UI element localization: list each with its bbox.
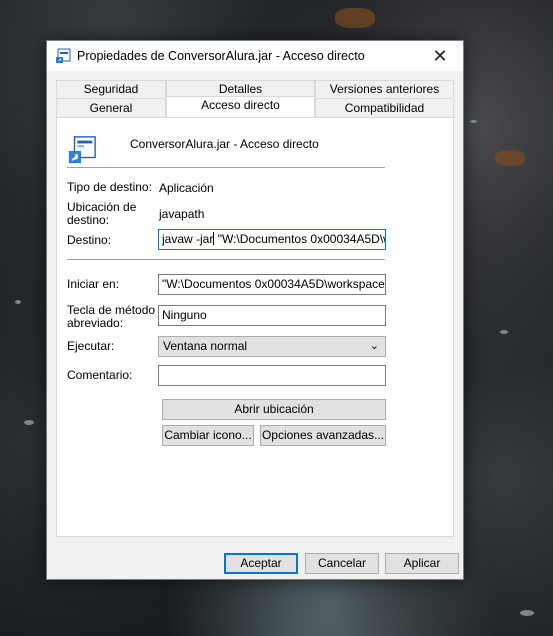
target-type-value: Aplicación — [159, 181, 214, 195]
target-input-text-before: javaw -jar — [162, 232, 214, 246]
run-select-value: Ventana normal — [163, 339, 248, 353]
accept-button[interactable]: Aceptar — [224, 553, 298, 574]
close-button[interactable]: ✕ — [417, 41, 463, 71]
tab-seguridad[interactable]: Seguridad — [56, 80, 166, 97]
tab-detalles[interactable]: Detalles — [166, 80, 315, 97]
target-location-label-line2: destino: — [67, 213, 110, 227]
shortcut-app-icon — [68, 136, 96, 164]
shortcut-properties-icon — [56, 48, 71, 63]
apply-button[interactable]: Aplicar — [385, 553, 459, 574]
comment-input[interactable] — [158, 365, 386, 386]
target-label: Destino: — [67, 233, 112, 247]
background-speck — [520, 610, 534, 616]
comment-label: Comentario: — [67, 368, 133, 382]
open-location-button[interactable]: Abrir ubicación — [162, 399, 386, 420]
target-location-label-line1: Ubicación de — [67, 200, 137, 214]
background-rock — [495, 150, 525, 166]
divider — [67, 167, 385, 168]
hotkey-label-line1: Tecla de método — [67, 303, 156, 317]
background-speck — [24, 420, 34, 425]
target-input[interactable]: javaw -jar "W:\Documentos 0x00034A5D\wor… — [158, 229, 386, 250]
tab-acceso-directo[interactable]: Acceso directo — [166, 96, 315, 117]
background-speck — [500, 330, 508, 334]
start-in-input[interactable]: "W:\Documentos 0x00034A5D\workspace\Or — [158, 274, 386, 295]
properties-dialog: Propiedades de ConversorAlura.jar - Acce… — [46, 40, 464, 580]
close-icon: ✕ — [432, 45, 448, 66]
hotkey-label: Tecla de método abreviado: — [67, 304, 155, 330]
hotkey-input[interactable]: Ninguno — [158, 305, 386, 326]
target-location-label: Ubicación de destino: — [67, 201, 136, 227]
divider — [67, 259, 385, 260]
tab-general[interactable]: General — [56, 98, 166, 117]
background-speck — [470, 120, 477, 123]
title-bar: Propiedades de ConversorAlura.jar - Acce… — [47, 41, 463, 71]
target-input-text-after: "W:\Documentos 0x00034A5D\work — [217, 232, 385, 246]
background-rock — [335, 8, 375, 28]
target-location-value: javapath — [159, 207, 205, 221]
hotkey-label-line2: abreviado: — [67, 316, 124, 330]
cancel-button[interactable]: Cancelar — [305, 553, 379, 574]
start-in-label: Iniciar en: — [67, 277, 120, 291]
chevron-down-icon: ⌄ — [369, 340, 379, 352]
run-label: Ejecutar: — [67, 339, 115, 353]
run-select[interactable]: Ventana normal ⌄ — [158, 336, 386, 357]
background-speck — [15, 300, 21, 304]
window-title: Propiedades de ConversorAlura.jar - Acce… — [77, 49, 365, 63]
shortcut-name: ConversorAlura.jar - Acceso directo — [130, 137, 319, 151]
change-icon-button[interactable]: Cambiar icono... — [162, 425, 254, 446]
tab-versiones-anteriores[interactable]: Versiones anteriores — [315, 80, 454, 97]
advanced-options-button[interactable]: Opciones avanzadas... — [260, 425, 386, 446]
target-type-label: Tipo de destino: — [67, 180, 152, 194]
tab-compatibilidad[interactable]: Compatibilidad — [315, 98, 454, 117]
